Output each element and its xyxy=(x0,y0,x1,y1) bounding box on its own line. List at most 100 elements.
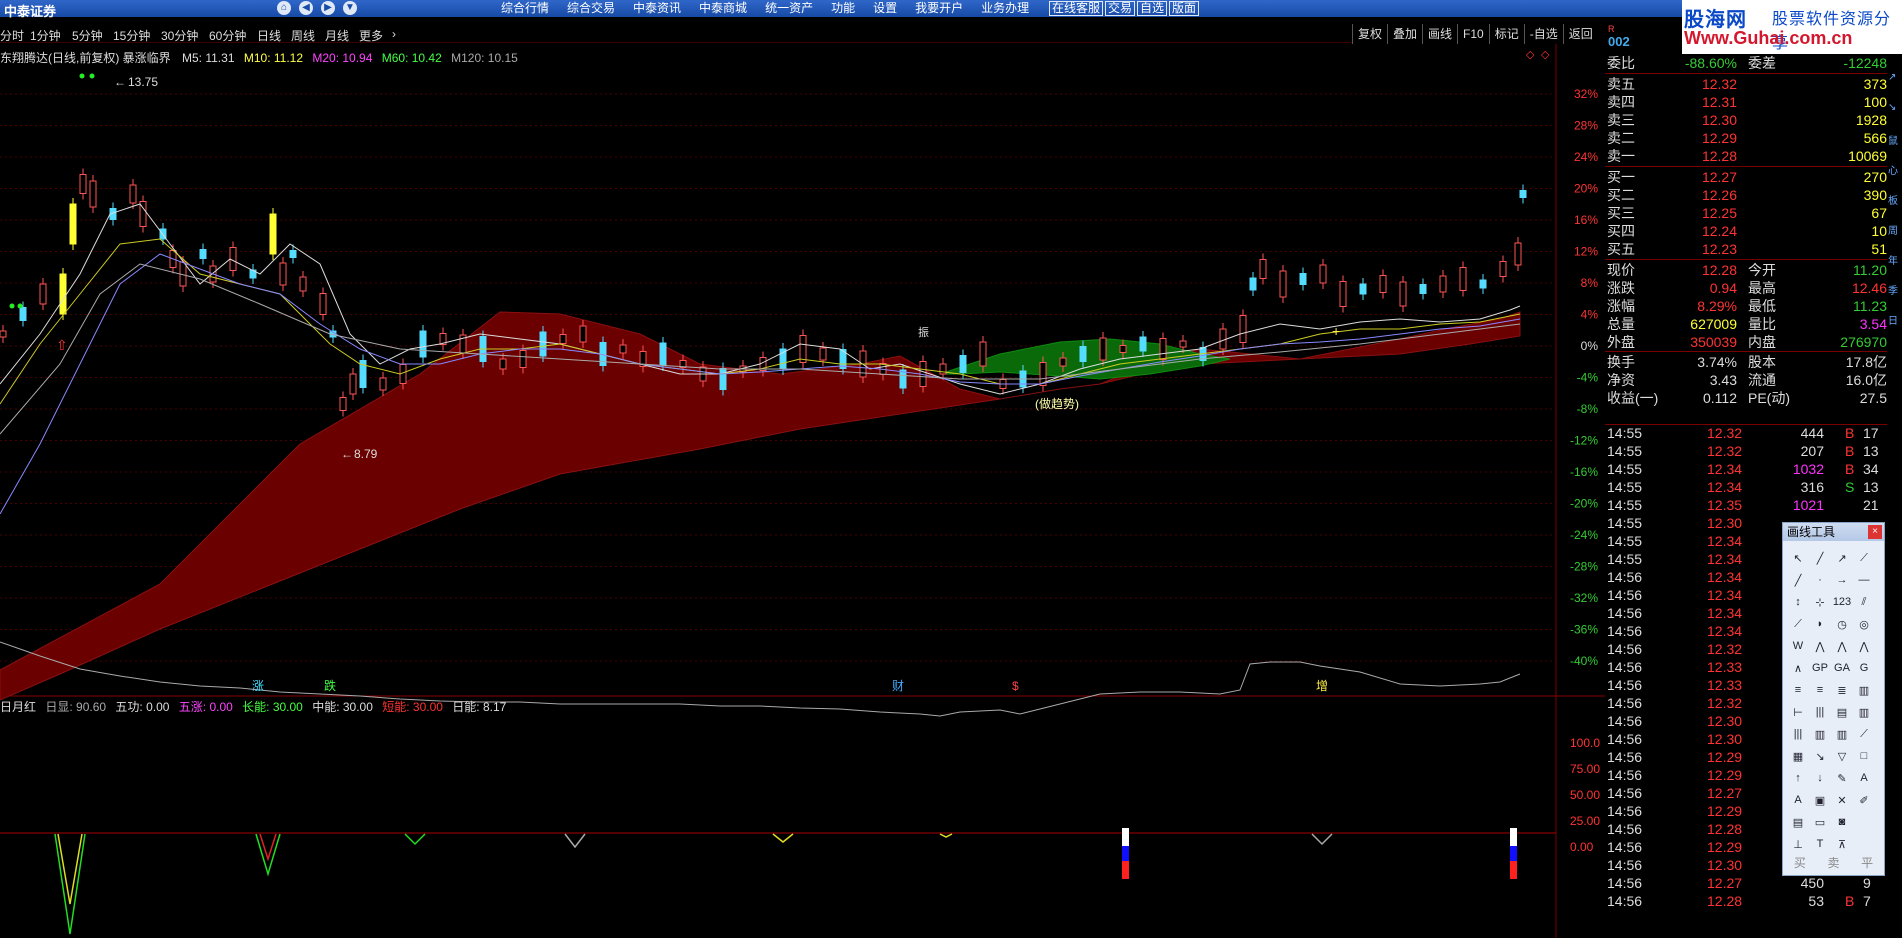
mark-button[interactable]: 标记 xyxy=(1488,24,1524,44)
draw-tool-icon[interactable]: ⊹ xyxy=(1809,591,1831,613)
draw-tool-icon[interactable]: ≡ xyxy=(1787,679,1809,701)
kline-chart[interactable]: 32% 28% 24% 20% 16% 12% 8% 4% 0% -4% -8% -12% -16% -2… xyxy=(0,44,1605,938)
back-icon[interactable]: ◀ xyxy=(299,1,313,15)
ask-row[interactable]: 卖一 12.28 10069 xyxy=(1605,147,1887,165)
draw-line-button[interactable]: 画线 xyxy=(1422,24,1458,44)
menu-item-settings[interactable]: 设置 xyxy=(864,1,906,16)
period-weekly[interactable]: 周线 xyxy=(291,27,315,44)
buy-tool[interactable]: 买 xyxy=(1794,854,1806,871)
draw-tool-icon[interactable]: ⊼ xyxy=(1831,833,1853,855)
menu-item-news[interactable]: 中泰资讯 xyxy=(624,1,690,16)
draw-tool-icon[interactable]: ◗ xyxy=(1809,613,1831,635)
home-icon[interactable]: ⌂ xyxy=(277,1,291,15)
ask-row[interactable]: 卖四 12.31 100 xyxy=(1605,93,1887,111)
draw-tool-icon[interactable]: → xyxy=(1831,569,1853,591)
draw-tool-icon[interactable]: ↑ xyxy=(1787,767,1809,789)
draw-tool-icon[interactable]: ≡ xyxy=(1809,679,1831,701)
forward-icon[interactable]: ▶ xyxy=(321,1,335,15)
edge-strip-item[interactable]: 板 xyxy=(1888,192,1898,207)
bid-row[interactable]: 买三 12.25 67 xyxy=(1605,204,1887,222)
draw-tools-panel[interactable]: 画线工具 × ↖ ╱ ↗ ⟋ ╱ · → — ↕ ⊹ 123 ⫽ ⟋ ◗ ◷ ◎ W ⋀ ⋀ ⋀ ∧ GP GA G ≡ ≡ ≣ ▥ ⊢… xyxy=(1782,522,1885,876)
bid-row[interactable]: 买五 12.23 51 xyxy=(1605,240,1887,258)
close-position-tool[interactable]: 平 xyxy=(1861,854,1873,871)
close-icon[interactable]: × xyxy=(1868,525,1882,539)
bid-row[interactable]: 买四 12.24 10 xyxy=(1605,222,1887,240)
draw-tool-icon[interactable]: ⋀ xyxy=(1853,635,1875,657)
bid-row[interactable]: 买一 12.27 270 xyxy=(1605,168,1887,186)
draw-tool-icon[interactable]: ⟋ xyxy=(1787,613,1809,635)
restore-rights-button[interactable]: 复权 xyxy=(1352,24,1388,44)
draw-tool-icon[interactable]: ▥ xyxy=(1809,723,1831,745)
edge-strip-item[interactable]: ↘ xyxy=(1888,102,1896,113)
draw-tool-icon[interactable]: ╱ xyxy=(1809,547,1831,569)
draw-tool-icon[interactable]: — xyxy=(1853,569,1875,591)
edge-strip-item[interactable]: ↗ xyxy=(1888,72,1896,83)
menu-item-mall[interactable]: 中泰商城 xyxy=(690,1,756,16)
edge-strip-item[interactable]: 周 xyxy=(1888,222,1898,237)
draw-tool-icon[interactable]: ╱ xyxy=(1787,569,1809,591)
draw-tool-icon[interactable]: G xyxy=(1853,657,1875,679)
return-button[interactable]: 返回 xyxy=(1562,24,1598,44)
draw-tool-icon[interactable]: ◎ xyxy=(1853,613,1875,635)
draw-tool-icon[interactable]: T xyxy=(1809,833,1831,855)
draw-tool-icon[interactable]: ▤ xyxy=(1787,811,1809,833)
overlay-button[interactable]: 叠加 xyxy=(1387,24,1423,44)
remove-watchlist-button[interactable]: -自选 xyxy=(1523,24,1563,44)
period-daily[interactable]: 日线 xyxy=(257,27,281,44)
period-5min[interactable]: 5分钟 xyxy=(72,27,103,44)
draw-tool-icon[interactable]: ↗ xyxy=(1831,547,1853,569)
draw-tool-icon[interactable]: ◙ xyxy=(1831,811,1853,833)
period-more[interactable]: 更多 xyxy=(359,27,383,44)
draw-tool-icon[interactable]: ⟋ xyxy=(1853,723,1875,745)
draw-tool-icon[interactable]: ||| xyxy=(1809,701,1831,723)
draw-tool-icon[interactable]: ✐ xyxy=(1853,789,1875,811)
draw-tool-icon[interactable]: ▤ xyxy=(1831,701,1853,723)
draw-tool-icon[interactable]: GA xyxy=(1831,657,1853,679)
draw-tool-icon[interactable]: ≣ xyxy=(1831,679,1853,701)
period-15min[interactable]: 15分钟 xyxy=(113,27,150,44)
online-service-button[interactable]: 在线客服 xyxy=(1049,1,1104,16)
draw-tool-icon[interactable]: ↖ xyxy=(1787,547,1809,569)
draw-tool-icon[interactable]: A xyxy=(1787,789,1809,811)
draw-tool-icon[interactable]: ✎ xyxy=(1831,767,1853,789)
edge-strip-item[interactable]: 季 xyxy=(1888,282,1898,297)
menu-item-business[interactable]: 业务办理 xyxy=(972,1,1038,16)
edge-strip-item[interactable]: 年 xyxy=(1888,252,1898,267)
draw-tool-icon[interactable]: ▥ xyxy=(1831,723,1853,745)
draw-tool-icon[interactable]: ⊢ xyxy=(1787,701,1809,723)
draw-tool-icon[interactable]: ↘ xyxy=(1809,745,1831,767)
period-30min[interactable]: 30分钟 xyxy=(161,27,198,44)
edge-strip-item[interactable]: 日 xyxy=(1888,312,1898,327)
draw-tool-icon[interactable]: ▥ xyxy=(1853,679,1875,701)
edge-strip-item[interactable]: 心 xyxy=(1888,162,1898,177)
menu-item-open-account[interactable]: 我要开户 xyxy=(906,1,972,16)
draw-tool-icon[interactable]: ↓ xyxy=(1809,767,1831,789)
period-monthly[interactable]: 月线 xyxy=(325,27,349,44)
draw-tool-icon[interactable] xyxy=(1853,833,1875,855)
draw-tool-icon[interactable]: A xyxy=(1853,767,1875,789)
period-60min[interactable]: 60分钟 xyxy=(209,27,246,44)
draw-tool-icon[interactable] xyxy=(1853,811,1875,833)
watchlist-button[interactable]: 自选 xyxy=(1137,1,1168,16)
menu-item-market[interactable]: 综合行情 xyxy=(492,1,558,16)
draw-tool-icon[interactable]: ▥ xyxy=(1853,701,1875,723)
draw-tool-icon[interactable]: ▭ xyxy=(1809,811,1831,833)
draw-tool-icon[interactable]: ⫽ xyxy=(1853,591,1875,613)
dropdown-icon[interactable]: ▼ xyxy=(343,1,357,15)
layout-button[interactable]: 版面 xyxy=(1169,1,1200,16)
menu-item-assets[interactable]: 统一资产 xyxy=(756,1,822,16)
draw-tool-icon[interactable]: ✕ xyxy=(1831,789,1853,811)
draw-tools-header[interactable]: 画线工具 × xyxy=(1783,523,1884,541)
draw-tool-icon[interactable]: ||| xyxy=(1787,723,1809,745)
trade-button[interactable]: 交易 xyxy=(1105,1,1136,16)
draw-tool-icon[interactable]: ∧ xyxy=(1787,657,1809,679)
draw-tool-icon[interactable]: ↕ xyxy=(1787,591,1809,613)
ask-row[interactable]: 卖五 12.32 373 xyxy=(1605,75,1887,93)
draw-tool-icon[interactable]: ⟋ xyxy=(1853,547,1875,569)
draw-tool-icon[interactable]: ⋀ xyxy=(1809,635,1831,657)
sell-tool[interactable]: 卖 xyxy=(1827,854,1839,871)
draw-tool-icon[interactable]: W xyxy=(1787,635,1809,657)
bid-row[interactable]: 买二 12.26 390 xyxy=(1605,186,1887,204)
chevron-right-icon[interactable]: › xyxy=(392,27,396,41)
draw-tool-icon[interactable]: ▣ xyxy=(1809,789,1831,811)
